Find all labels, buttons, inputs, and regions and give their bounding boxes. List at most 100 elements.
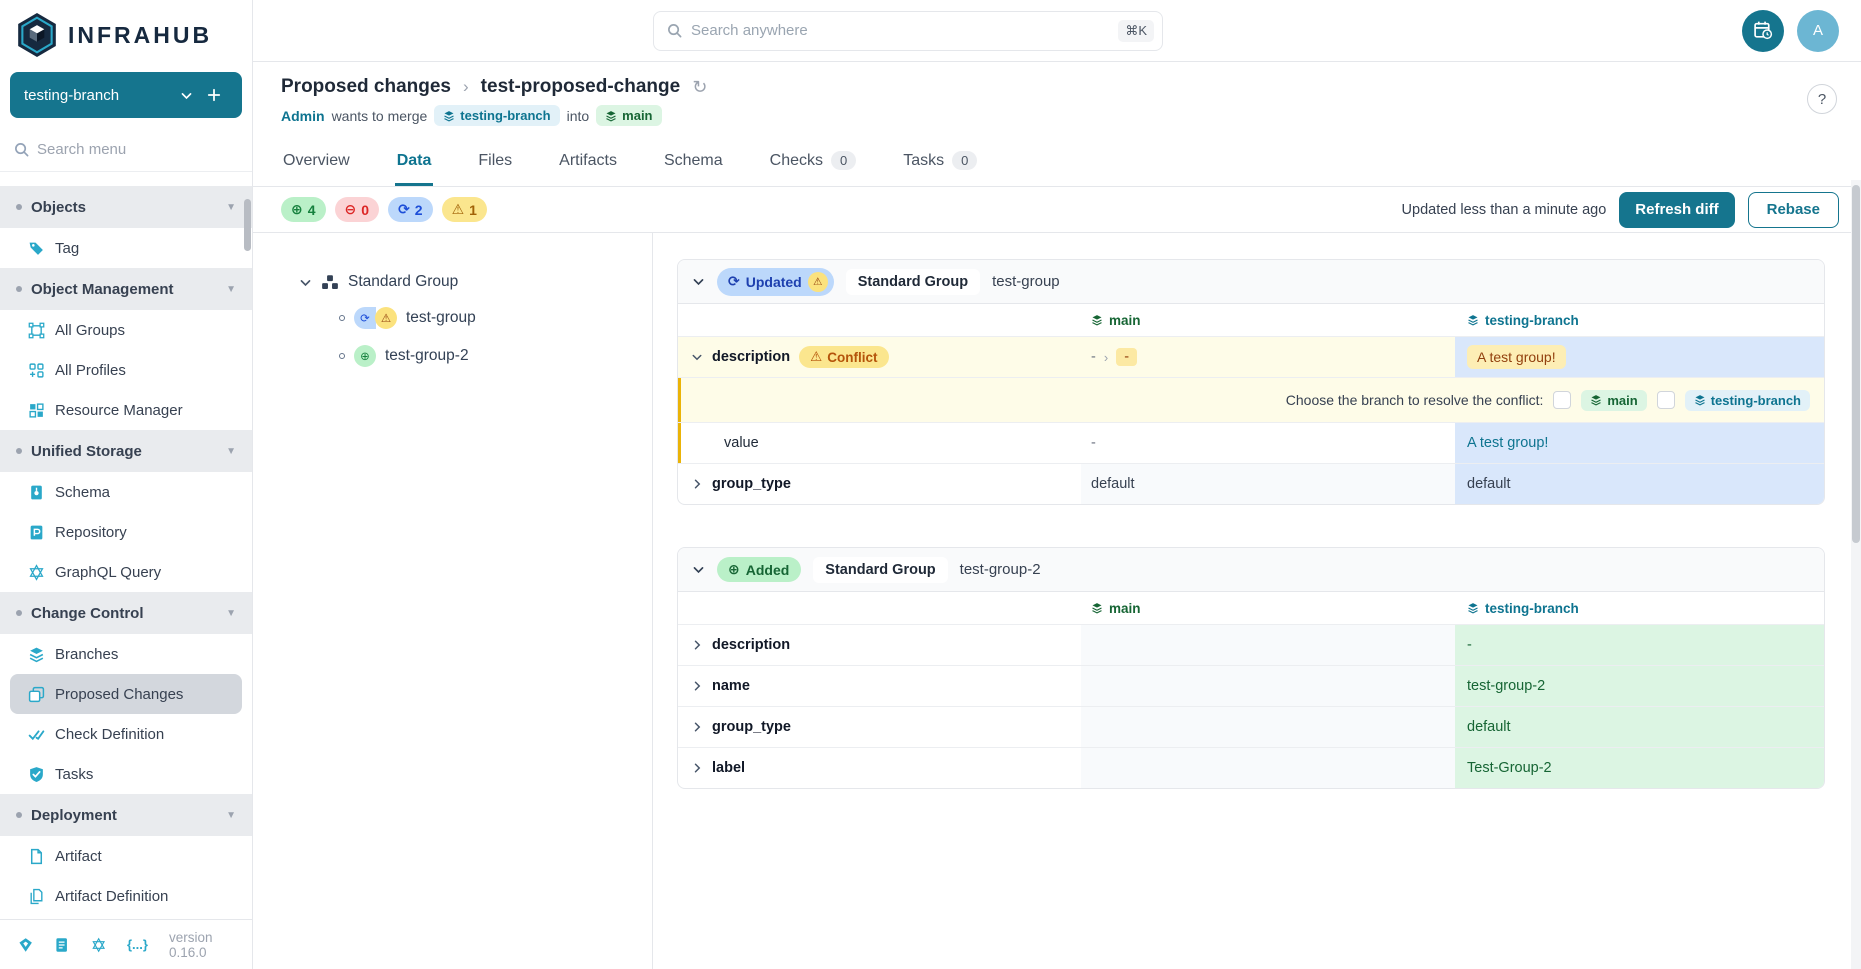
tab-checks[interactable]: Checks0 — [768, 138, 859, 186]
conflict-badge: ⚠ Conflict — [799, 346, 888, 368]
bullet-icon — [16, 448, 22, 454]
kind-badge: Standard Group — [846, 269, 980, 295]
search-icon — [667, 23, 682, 38]
chevron-right-icon[interactable] — [691, 639, 703, 651]
branch-layers-icon — [1091, 314, 1103, 326]
plus-circle-icon: ⊕ — [291, 201, 303, 218]
chevron-right-icon[interactable] — [691, 478, 703, 490]
sidebar-item-resource-manager[interactable]: Resource Manager — [10, 390, 242, 430]
sidebar-item-check-definition[interactable]: Check Definition — [10, 714, 242, 754]
tab-schema[interactable]: Schema — [662, 138, 725, 186]
section-label: Objects — [31, 199, 217, 216]
chevron-down-icon[interactable] — [692, 275, 705, 288]
tab-files[interactable]: Files — [476, 138, 514, 186]
sidebar-item-label: Schema — [55, 484, 110, 501]
kind-badge: Standard Group — [813, 557, 947, 583]
rebase-button[interactable]: Rebase — [1748, 192, 1839, 228]
sidebar-section-change-control[interactable]: Change Control ▼ — [0, 592, 252, 634]
tab-tasks[interactable]: Tasks0 — [901, 138, 979, 186]
global-search-input[interactable] — [691, 22, 1109, 39]
branch-layers-icon — [1467, 314, 1479, 326]
sidebar-section-objects[interactable]: Objects ▼ — [0, 186, 252, 228]
chevron-right-icon[interactable] — [691, 680, 703, 692]
sidebar-section-unified-storage[interactable]: Unified Storage ▼ — [0, 430, 252, 472]
api-braces-icon[interactable]: {...} — [127, 937, 148, 952]
sidebar-item-all-groups[interactable]: All Groups — [10, 310, 242, 350]
branch-layers-icon — [1590, 394, 1602, 406]
tab-overview[interactable]: Overview — [281, 138, 352, 186]
tree-node-test-group[interactable]: ⟳ ⚠ test-group — [339, 307, 652, 329]
refresh-icon[interactable]: ↻ — [692, 78, 707, 96]
sidebar-item-graphql-query[interactable]: GraphQL Query — [10, 552, 242, 592]
proposed-changes-icon — [28, 686, 45, 703]
add-branch-icon[interactable] — [200, 88, 228, 102]
chevron-down-icon[interactable] — [692, 563, 705, 576]
community-icon[interactable] — [18, 935, 33, 955]
sidebar-item-label: Check Definition — [55, 726, 164, 743]
resolve-testing-branch-checkbox[interactable] — [1657, 391, 1675, 409]
help-button[interactable]: ? — [1807, 84, 1837, 114]
tab-bar: Overview Data Files Artifacts Schema Che… — [253, 138, 1861, 187]
attribute-name: label — [712, 760, 745, 776]
groups-icon — [28, 322, 45, 339]
sidebar-item-repository[interactable]: Repository — [10, 512, 242, 552]
tag-icon — [28, 240, 45, 257]
avatar[interactable]: A — [1797, 10, 1839, 52]
double-check-icon — [28, 726, 45, 743]
chevron-right-icon[interactable] — [691, 762, 703, 774]
diff-card-test-group: ⟳ Updated ⚠ Standard Group test-group — [677, 259, 1825, 505]
sidebar-item-tag[interactable]: Tag — [10, 228, 242, 268]
tab-data[interactable]: Data — [395, 138, 434, 186]
breadcrumb-separator: › — [463, 77, 469, 97]
chevron-down-icon[interactable] — [173, 89, 200, 102]
page-scrollbar[interactable] — [1852, 185, 1860, 543]
docs-icon[interactable] — [54, 935, 69, 955]
schedule-button[interactable] — [1742, 10, 1784, 52]
sidebar-item-tasks[interactable]: Tasks — [10, 754, 242, 794]
property-row-value: value - A test group! — [678, 422, 1824, 463]
chevron-down-icon[interactable] — [691, 351, 703, 363]
sidebar-section-object-management[interactable]: Object Management ▼ — [0, 268, 252, 310]
diff-tree-pane: Standard Group ⟳ ⚠ test-group ⊕ test-gro… — [253, 233, 653, 969]
sidebar-item-all-profiles[interactable]: All Profiles — [10, 350, 242, 390]
chevron-down-icon[interactable] — [299, 276, 312, 289]
resolve-main-checkbox[interactable] — [1553, 391, 1571, 409]
brand-logo[interactable]: INFRAHUB — [0, 0, 252, 60]
tree-node-label: test-group-2 — [385, 347, 469, 365]
column-main: main — [1091, 313, 1141, 328]
sidebar-item-artifact[interactable]: Artifact — [10, 836, 242, 876]
tree-node-test-group-2[interactable]: ⊕ test-group-2 — [339, 345, 652, 367]
chevron-right-icon[interactable] — [691, 721, 703, 733]
tree-node-standard-group[interactable]: Standard Group — [299, 273, 652, 291]
sidebar-footer: {...} version 0.16.0 — [0, 919, 252, 969]
global-search[interactable]: ⌘K — [653, 11, 1163, 51]
sidebar-scrollbar[interactable] — [244, 199, 251, 251]
branch-selector[interactable]: testing-branch — [10, 72, 242, 118]
version-text: version 0.16.0 — [169, 930, 234, 960]
brand-name: INFRAHUB — [68, 22, 212, 49]
sidebar-item-label: Artifact Definition — [55, 888, 168, 905]
sidebar-item-proposed-changes[interactable]: Proposed Changes — [10, 674, 242, 714]
sidebar-item-schema[interactable]: Schema — [10, 472, 242, 512]
resource-manager-icon — [28, 402, 45, 419]
sidebar-item-artifact-definition[interactable]: Artifact Definition — [10, 876, 242, 916]
branch-value-chip: A test group! — [1467, 345, 1566, 369]
tab-artifacts[interactable]: Artifacts — [557, 138, 619, 186]
sidebar-item-branches[interactable]: Branches — [10, 634, 242, 674]
sidebar-search[interactable] — [0, 128, 252, 172]
calendar-clock-icon — [1753, 20, 1774, 41]
conflict-count-badge: ⚠1 — [442, 197, 487, 222]
object-name: test-group — [992, 273, 1060, 290]
caret-down-icon: ▼ — [226, 446, 236, 457]
breadcrumb-parent-link[interactable]: Proposed changes — [281, 76, 451, 98]
sidebar-section-deployment[interactable]: Deployment ▼ — [0, 794, 252, 836]
refresh-arrows-icon: ⟳ — [728, 273, 740, 290]
sidebar-item-label: Proposed Changes — [55, 686, 183, 703]
refresh-diff-button[interactable]: Refresh diff — [1619, 192, 1734, 228]
sidebar-search-input[interactable] — [37, 141, 207, 158]
sidebar-menu: Objects ▼ Tag Object Management ▼ All Gr… — [0, 172, 252, 919]
column-testing-branch: testing-branch — [1467, 601, 1579, 616]
sidebar-item-label: GraphQL Query — [55, 564, 161, 581]
graphql-sandbox-icon[interactable] — [91, 935, 106, 955]
attribute-name: name — [712, 678, 750, 694]
